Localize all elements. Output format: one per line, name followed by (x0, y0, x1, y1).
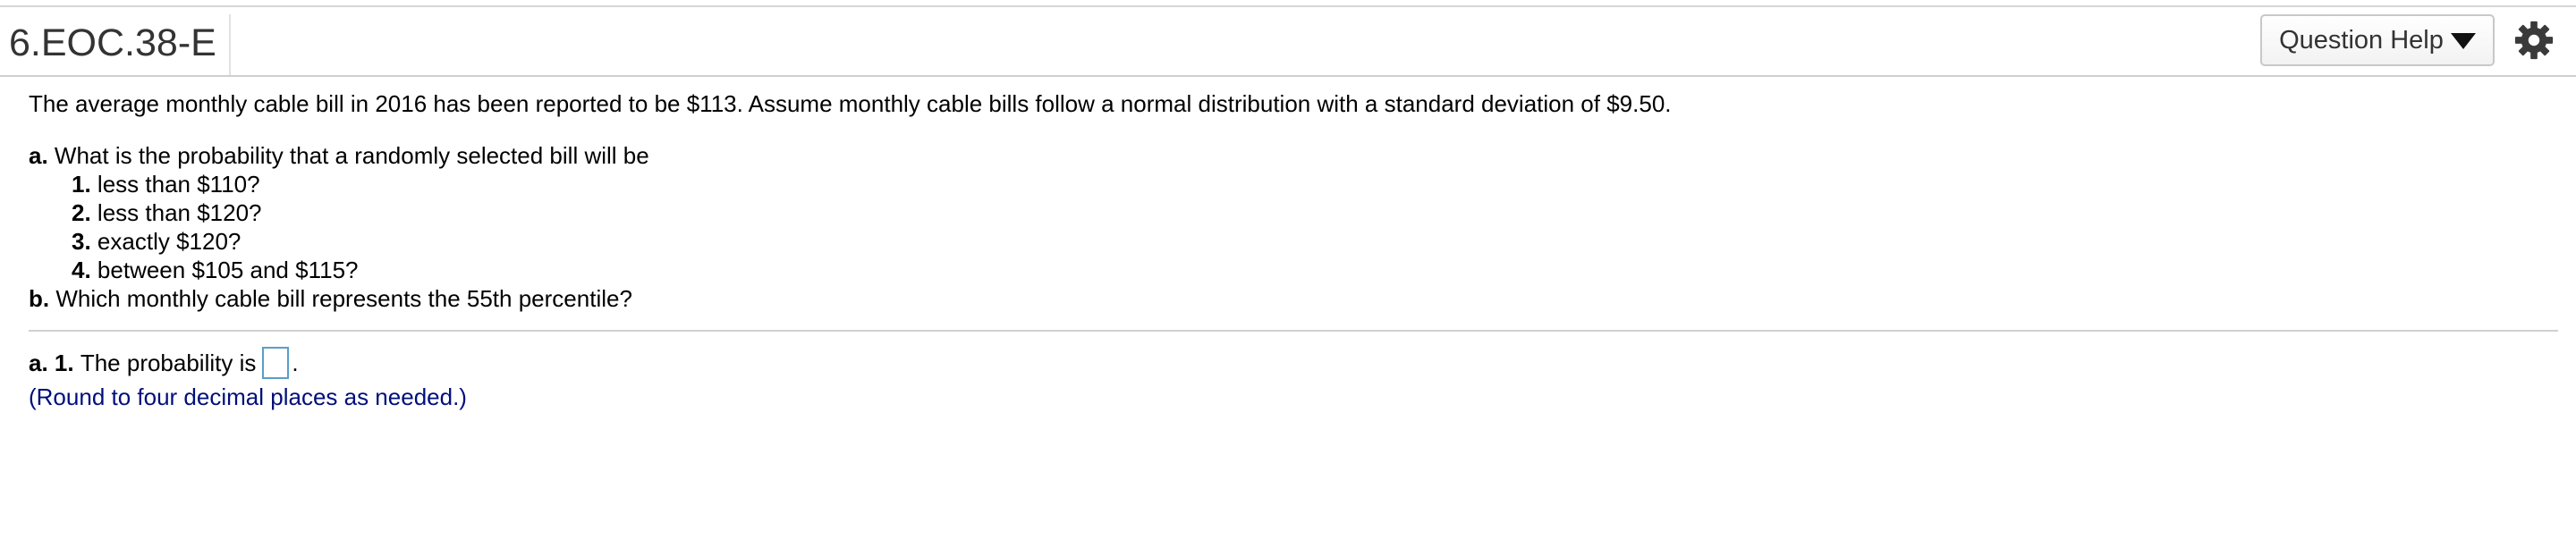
part-b-marker: b. (29, 285, 50, 312)
part-a-item: 2. less than $120? (29, 198, 2533, 227)
part-a-item-text: less than $120? (97, 199, 262, 226)
part-a-item: 1. less than $110? (29, 170, 2533, 198)
answer-input[interactable] (262, 347, 290, 379)
header-divider (0, 75, 2576, 77)
answer-marker: a. 1. (29, 350, 74, 376)
answer-line: a. 1. The probability is . (29, 345, 467, 381)
part-a-item-text: less than $110? (97, 171, 260, 198)
question-intro: The average monthly cable bill in 2016 h… (29, 90, 1672, 117)
question-help-label: Question Help (2279, 25, 2444, 55)
part-a-item-marker: 3. (72, 228, 91, 255)
part-a-item: 4. between $105 and $115? (29, 256, 2533, 284)
answer-prompt: The probability is (80, 350, 257, 376)
question-id-divider (229, 14, 231, 77)
question-body: The average monthly cable bill in 2016 h… (29, 89, 2533, 313)
answer-divider (29, 330, 2558, 332)
rounding-hint: (Round to four decimal places as needed.… (29, 383, 467, 410)
part-a-item-marker: 4. (72, 257, 91, 283)
caret-down-icon (2450, 33, 2476, 49)
question-help-button[interactable]: Question Help (2260, 14, 2495, 66)
part-a-item: 3. exactly $120? (29, 227, 2533, 256)
gear-icon[interactable] (2513, 20, 2555, 61)
answer-section: a. 1. The probability is . (Round to fou… (29, 345, 467, 413)
question-header: 6.EOC.38-E Question Help (0, 7, 2576, 77)
answer-suffix: . (292, 350, 299, 376)
part-a-item-text: exactly $120? (97, 228, 242, 255)
part-a-text: What is the probability that a randomly … (54, 142, 649, 169)
part-b-prompt: b. Which monthly cable bill represents t… (29, 284, 2533, 313)
part-a-marker: a. (29, 142, 48, 169)
part-a-item-text: between $105 and $115? (97, 257, 359, 283)
part-a-item-marker: 1. (72, 171, 91, 198)
part-b-text: Which monthly cable bill represents the … (55, 285, 632, 312)
part-a-prompt: a. What is the probability that a random… (29, 141, 2533, 170)
part-a-item-marker: 2. (72, 199, 91, 226)
question-id: 6.EOC.38-E (9, 21, 216, 64)
